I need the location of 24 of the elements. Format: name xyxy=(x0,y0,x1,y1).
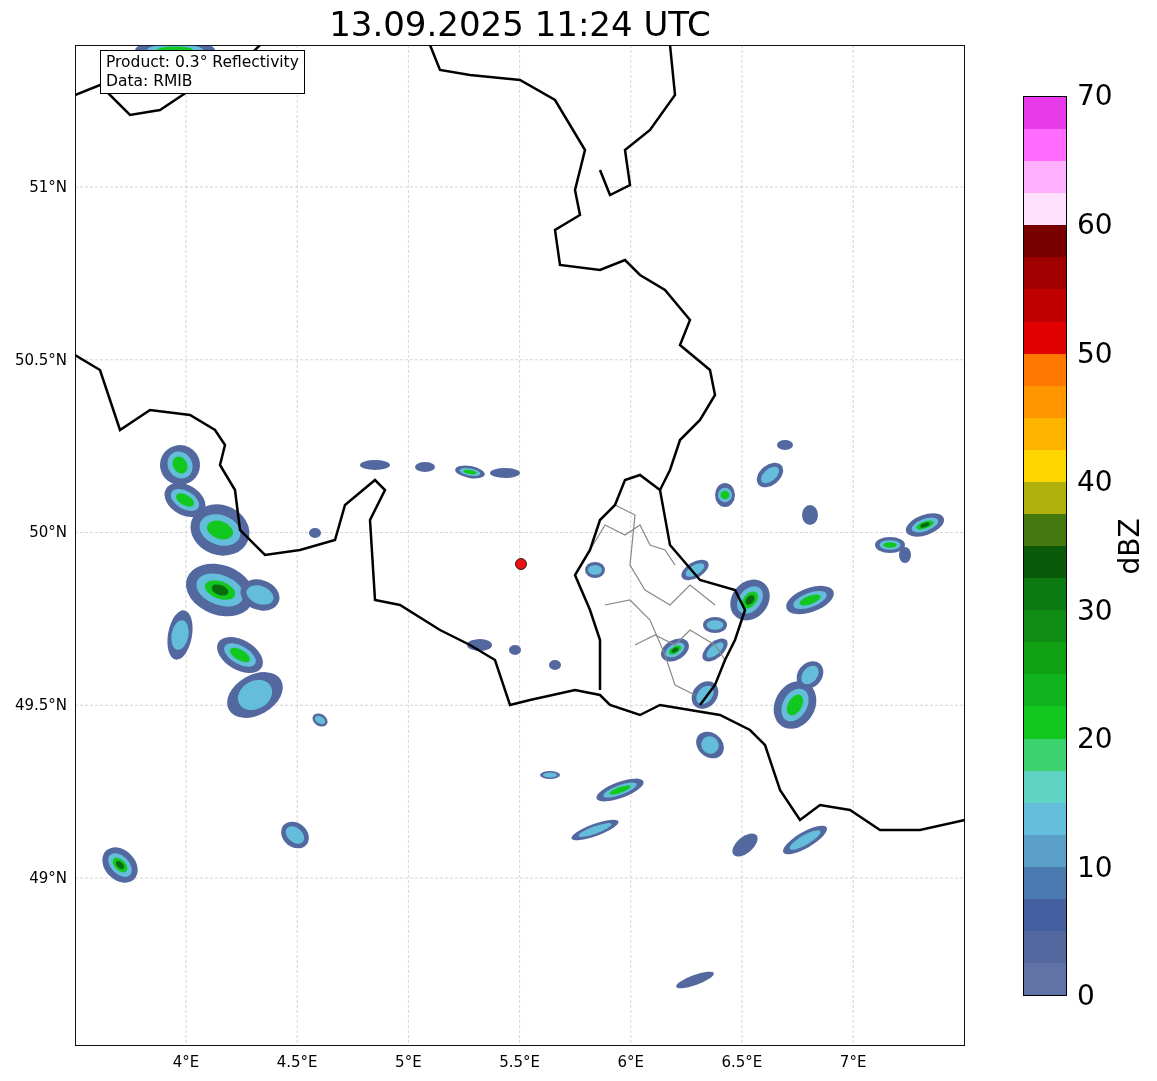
latitude-label: 49°N xyxy=(29,868,67,887)
colorbar-tick-label: 10 xyxy=(1076,850,1113,884)
latitude-label: 50°N xyxy=(29,523,67,542)
latitude-label: 49.5°N xyxy=(14,696,67,715)
colorbar-tick-label: 30 xyxy=(1076,593,1113,627)
longitude-label: 4°E xyxy=(172,1053,200,1071)
map-title: 13.09.2025 11:24 UTC xyxy=(328,3,712,45)
longitude-label: 7°E xyxy=(839,1053,867,1071)
colorbar-tick-label: 50 xyxy=(1076,336,1113,370)
colorbar-tick-label: 20 xyxy=(1076,722,1113,756)
latitude-label: 51°N xyxy=(29,177,67,196)
longitude-label: 4.5°E xyxy=(276,1053,318,1071)
colorbar-tick-label: 40 xyxy=(1076,465,1113,499)
longitude-label: 5°E xyxy=(395,1053,422,1071)
colorbar-tick-label: 60 xyxy=(1076,208,1113,242)
colorbar-tick-label: 0 xyxy=(1076,979,1095,1013)
longitude-label: 5.5°E xyxy=(499,1053,540,1071)
longitude-label: 6°E xyxy=(617,1053,644,1071)
info-text: Product: 0.3° Reflectivity xyxy=(106,53,299,72)
colorbar-tick-label: 70 xyxy=(1076,79,1113,113)
colorbar-label: dBZ xyxy=(1112,517,1146,575)
longitude-label: 6.5°E xyxy=(721,1053,763,1071)
latitude-label: 50.5°N xyxy=(14,350,67,369)
info-text: Data: RMIB xyxy=(106,72,194,91)
